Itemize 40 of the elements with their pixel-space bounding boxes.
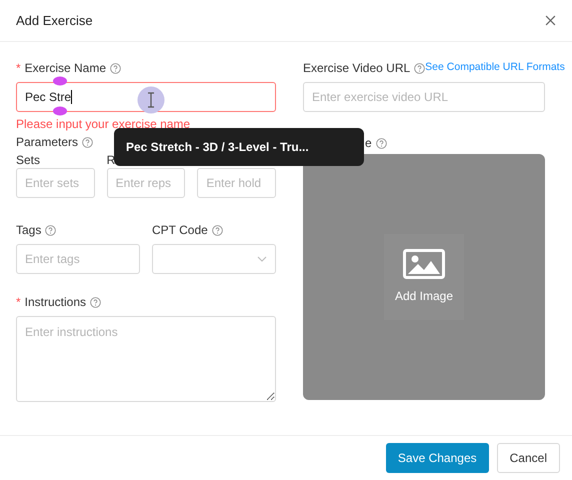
chevron-down-icon: [257, 256, 267, 262]
image-icon: [403, 249, 445, 279]
add-image-label: Add Image: [394, 288, 454, 305]
field-label: R: [106, 153, 116, 167]
selection-handle-icon: [53, 76, 67, 86]
save-button[interactable]: Save Changes: [386, 443, 489, 473]
cancel-button[interactable]: Cancel: [496, 443, 560, 473]
error-message: Please input your exercise name: [16, 116, 192, 131]
suggestion-tooltip: Pec Stretch - 3D / 3-Level - Tru...: [114, 128, 364, 166]
help-icon: [90, 296, 102, 308]
touch-cursor-icon: [136, 86, 166, 114]
field-label: CPT Code: [152, 222, 208, 239]
field-label: Tags: [16, 222, 42, 239]
field-label: Parameters: [16, 134, 78, 151]
required-mark: *: [16, 60, 21, 77]
field-label: e: [365, 135, 372, 152]
help-icon: [110, 62, 122, 74]
instructions-field[interactable]: Enter instructions: [16, 316, 276, 402]
close-icon[interactable]: [545, 15, 556, 26]
field-label: Exercise Video URL: [303, 60, 410, 77]
help-icon: [212, 224, 223, 236]
compatible-formats-link[interactable]: See Compatible URL Formats: [425, 60, 565, 76]
image-upload-area[interactable]: Add Image: [303, 154, 545, 400]
select-field[interactable]: [152, 244, 276, 274]
selection-handle-icon: [53, 106, 67, 116]
help-icon: [414, 62, 426, 74]
help-icon: [82, 136, 94, 148]
input-field[interactable]: Enter tags: [16, 244, 140, 274]
field-label: Sets: [16, 153, 40, 167]
help-icon: [376, 138, 387, 148]
required-mark: *: [16, 294, 21, 311]
input-field[interactable]: Enter exercise video URL: [303, 82, 545, 112]
help-icon: [45, 224, 56, 236]
input-field[interactable]: Pec Stre: [16, 82, 276, 112]
input-field[interactable]: Enter hold: [197, 168, 276, 198]
input-field[interactable]: Enter reps: [106, 168, 186, 198]
field-label: Exercise Name: [24, 60, 106, 77]
input-field[interactable]: Enter sets: [16, 168, 95, 198]
field-label: Instructions: [24, 294, 86, 311]
dialog-title: Add Exercise: [16, 12, 93, 30]
